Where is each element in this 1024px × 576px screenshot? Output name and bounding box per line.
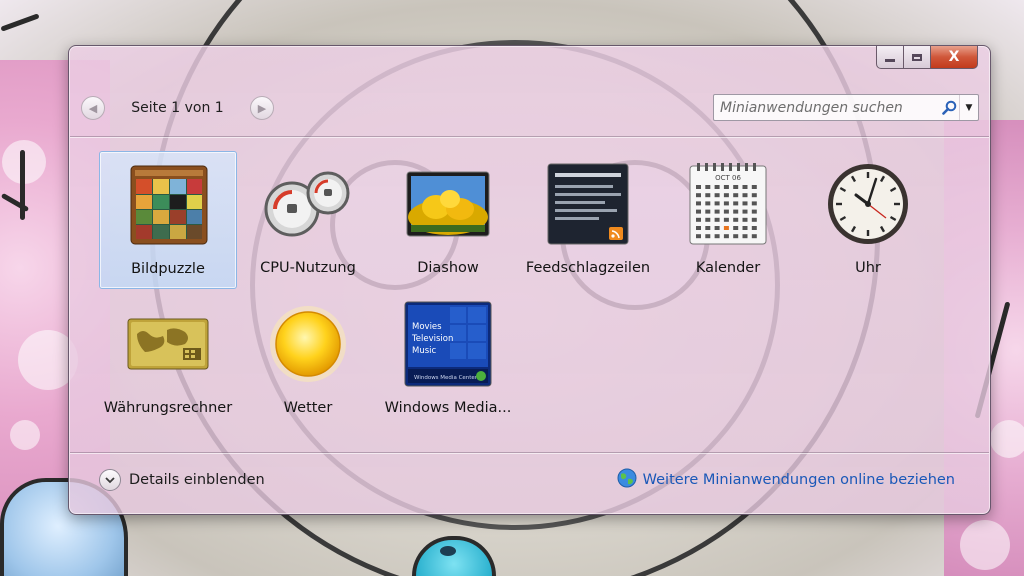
gadget-tile-diashow[interactable]: Diashow bbox=[379, 151, 517, 289]
slideshow-icon bbox=[398, 159, 498, 249]
footer-divider bbox=[70, 452, 989, 453]
cpu-meter-icon bbox=[258, 159, 358, 249]
gadget-tile-wetter[interactable]: Wetter bbox=[239, 291, 377, 429]
next-page-button[interactable]: ▶ bbox=[249, 96, 274, 120]
maximize-icon bbox=[912, 53, 922, 61]
svg-text:Music: Music bbox=[412, 346, 437, 356]
chevron-down-icon: ▼ bbox=[965, 102, 973, 113]
close-button[interactable]: X bbox=[931, 46, 978, 69]
gadget-tile-kalender[interactable]: OCT 06 Kalender bbox=[659, 151, 797, 289]
gadget-label: Wetter bbox=[283, 400, 333, 416]
gadget-label: Kalender bbox=[695, 260, 761, 276]
get-more-gadgets-link[interactable]: Weitere Minianwendungen online beziehen bbox=[617, 468, 955, 492]
gadget-label: Bildpuzzle bbox=[131, 261, 205, 277]
gadget-tile-bildpuzzle[interactable]: Bildpuzzle bbox=[99, 151, 237, 289]
gadget-tile-cpu-nutzung[interactable]: CPU-Nutzung bbox=[239, 151, 377, 289]
chevron-down-circle-icon[interactable] bbox=[99, 469, 121, 491]
window-controls: X bbox=[876, 46, 978, 70]
svg-text:Television: Television bbox=[411, 334, 453, 344]
gadget-tile-uhr[interactable]: Uhr bbox=[799, 151, 937, 289]
previous-page-button[interactable]: ◀ bbox=[81, 96, 105, 120]
gadget-label: Uhr bbox=[855, 260, 881, 276]
gadget-label: Diashow bbox=[417, 260, 479, 276]
globe-icon bbox=[617, 468, 637, 492]
gadget-label: CPU-Nutzung bbox=[260, 260, 356, 276]
picture-puzzle-icon bbox=[119, 160, 219, 250]
chevron-right-icon: ▶ bbox=[257, 101, 267, 115]
svg-text:OCT 06: OCT 06 bbox=[715, 174, 741, 182]
feed-headlines-icon bbox=[538, 159, 638, 249]
search-input[interactable] bbox=[714, 95, 939, 120]
gadget-search-box: ▼ bbox=[713, 94, 979, 121]
svg-text:Movies: Movies bbox=[412, 322, 442, 332]
close-icon: X bbox=[948, 49, 960, 65]
page-indicator: Seite 1 von 1 bbox=[131, 100, 224, 116]
media-center-icon: Movies Television Music Windows Media Ce… bbox=[398, 299, 498, 389]
gadget-tile-waehrungsrechner[interactable]: Währungsrechner bbox=[99, 291, 237, 429]
page-navigator: ◀ Seite 1 von 1 ▶ bbox=[81, 95, 274, 121]
chevron-left-icon: ◀ bbox=[88, 101, 98, 115]
calendar-icon: OCT 06 bbox=[678, 159, 778, 249]
minimize-icon bbox=[885, 58, 895, 62]
gadget-label: Währungsrechner bbox=[103, 400, 233, 416]
search-dropdown-button[interactable]: ▼ bbox=[959, 95, 978, 120]
weather-sun-icon bbox=[258, 299, 358, 389]
gadget-tile-feedschlagzeilen[interactable]: Feedschlagzeilen bbox=[519, 151, 657, 289]
details-label[interactable]: Details einblenden bbox=[129, 472, 265, 488]
get-more-gadgets-label[interactable]: Weitere Minianwendungen online beziehen bbox=[643, 472, 955, 488]
currency-icon bbox=[118, 299, 218, 389]
minimize-button[interactable] bbox=[876, 46, 904, 69]
gadget-label: Windows Media... bbox=[384, 400, 512, 416]
gadget-tile-windows-media-center[interactable]: Movies Television Music Windows Media Ce… bbox=[379, 291, 517, 429]
svg-text:Windows Media Center: Windows Media Center bbox=[414, 375, 478, 381]
details-toggle[interactable]: Details einblenden bbox=[99, 468, 265, 492]
search-icon[interactable] bbox=[939, 95, 959, 120]
maximize-button[interactable] bbox=[904, 46, 931, 69]
clock-icon bbox=[818, 159, 918, 249]
gadget-label: Feedschlagzeilen bbox=[525, 260, 651, 276]
gadget-gallery-window: X ◀ Seite 1 von 1 ▶ ▼ bbox=[68, 45, 991, 515]
toolbar-divider bbox=[70, 136, 989, 137]
